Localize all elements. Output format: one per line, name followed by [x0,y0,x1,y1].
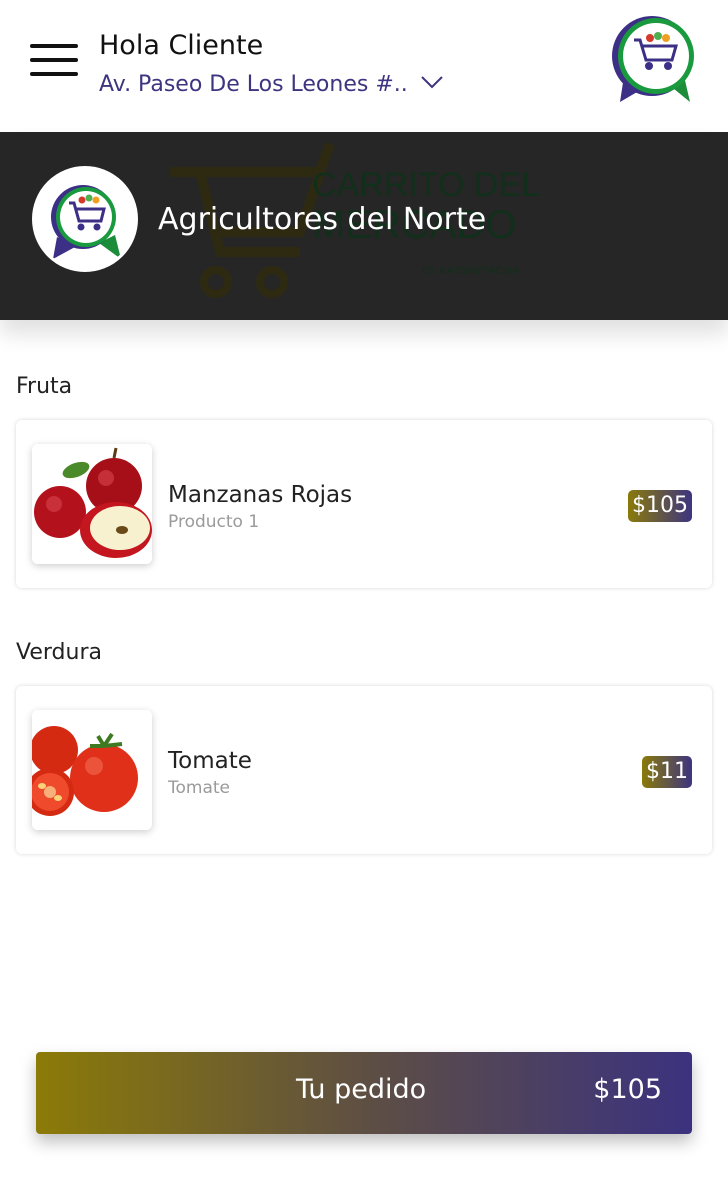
store-banner: CARRITO DEL MERCADO BY KAYSAYPACHA Agric… [0,132,728,320]
product-name: Tomate [168,748,252,774]
address-text: Av. Paseo De Los Leones #.. [99,72,408,97]
watermark-line3: BY KAYSAYPACHA [422,265,520,277]
address-selector[interactable]: Av. Paseo De Los Leones #.. [99,72,443,97]
app-logo-icon [612,16,694,102]
product-card[interactable]: Tomate Tomate $11 [16,686,712,854]
hamburger-menu-icon[interactable] [30,44,78,78]
greeting-text: Hola Cliente [99,30,264,61]
chevron-down-icon [421,76,443,89]
store-logo [32,166,138,272]
apple-icon [32,444,152,564]
product-card[interactable]: Manzanas Rojas Producto 1 $105 [16,420,712,588]
app-header: Hola Cliente Av. Paseo De Los Leones #.. [0,0,728,132]
product-subtitle: Producto 1 [168,512,260,532]
section-title-fruta: Fruta [16,374,73,399]
order-total: $105 [593,1074,662,1105]
store-logo-icon [35,169,135,269]
order-label: Tu pedido [296,1074,427,1105]
product-subtitle: Tomate [168,778,230,798]
tomato-icon [32,710,152,830]
product-image-tomatoes [32,710,152,830]
watermark-line1: CARRITO DEL [312,166,540,204]
price-badge: $11 [642,756,692,788]
price-badge: $105 [628,490,692,522]
section-title-verdura: Verdura [16,640,102,665]
store-name: Agricultores del Norte [158,202,487,237]
product-name: Manzanas Rojas [168,482,353,508]
order-button[interactable]: Tu pedido $105 [36,1052,692,1134]
product-image-apples [32,444,152,564]
